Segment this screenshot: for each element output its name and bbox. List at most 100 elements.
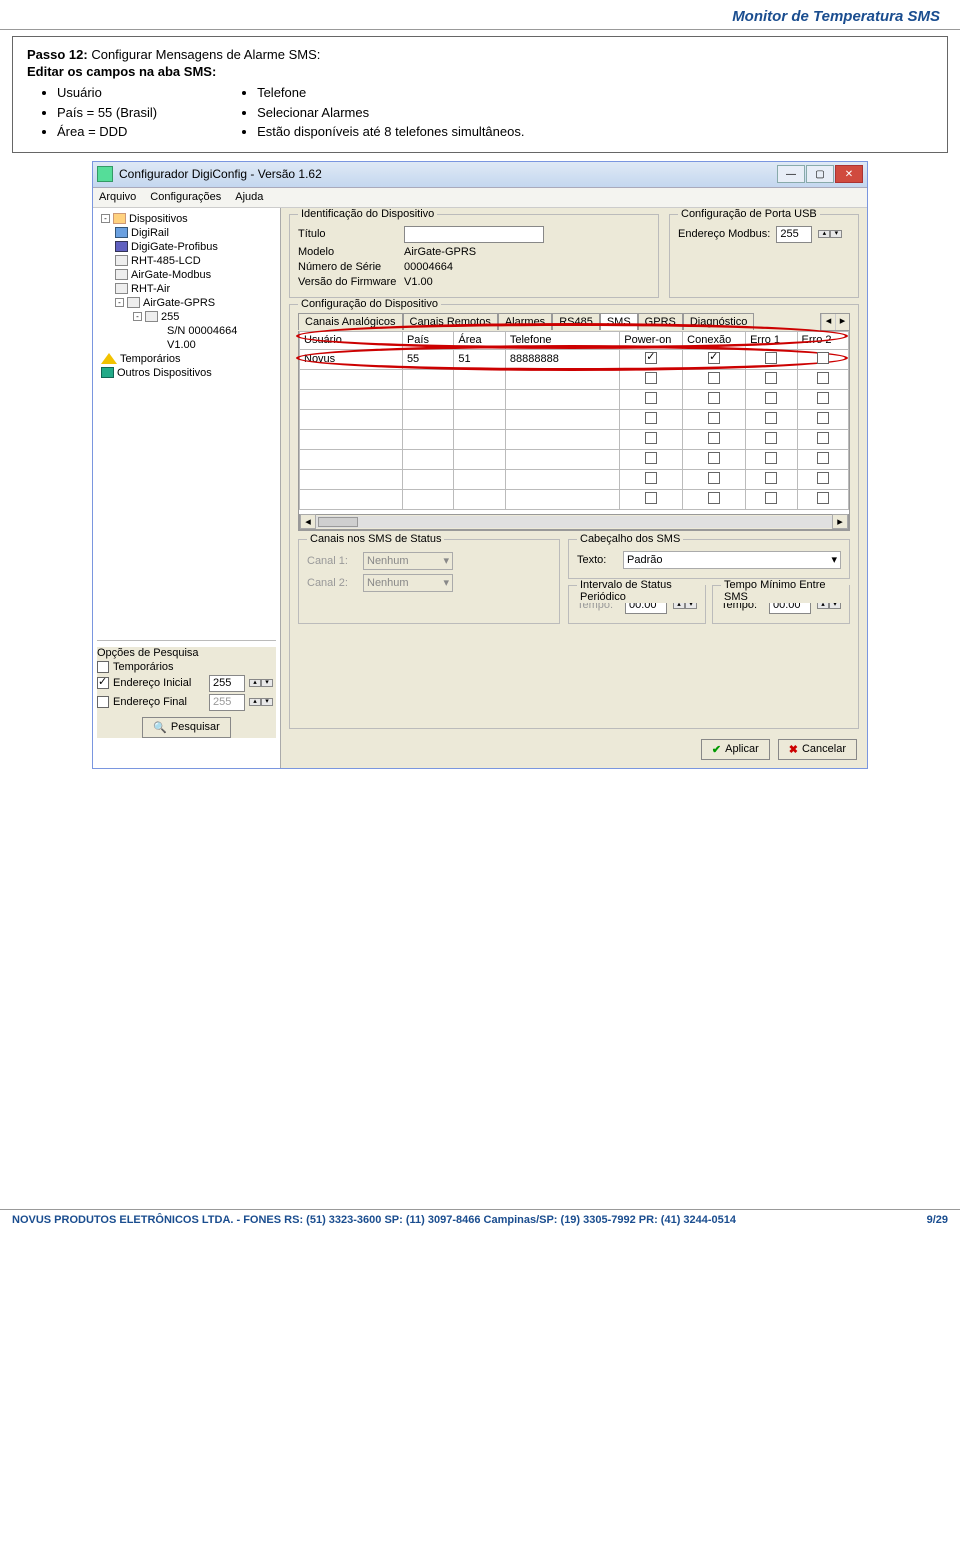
tabs-scroll-left[interactable]: ◂ [821,314,835,330]
cell-telefone[interactable]: 88888888 [505,349,619,369]
tab-rs485[interactable]: RS485 [552,313,600,330]
list-item: Selecionar Alarmes [257,103,524,123]
tab-diagnostico[interactable]: Diagnóstico [683,313,754,330]
tree-item[interactable]: DigiRail [97,226,276,240]
temporarios-checkbox[interactable] [97,661,109,673]
table-row[interactable] [300,449,849,469]
bullet-col-right: Telefone Selecionar Alarmes Estão dispon… [227,83,524,142]
serie-label: Número de Série [298,261,398,273]
tab-canais-remotos[interactable]: Canais Remotos [403,313,498,330]
modelo-label: Modelo [298,246,398,258]
cell-area[interactable]: 51 [454,349,505,369]
chevron-down-icon: ▾ [443,576,449,589]
endereco-final-label: Endereço Final [113,696,205,708]
th-erro1: Erro 1 [746,331,797,349]
temporarios-label: Temporários [113,661,174,673]
table-row[interactable] [300,389,849,409]
texto-label: Texto: [577,554,617,566]
modbus-label: Endereço Modbus: [678,228,770,240]
erro1-checkbox[interactable] [765,352,777,364]
tab-alarmes[interactable]: Alarmes [498,313,552,330]
tab-gprs[interactable]: GPRS [638,313,683,330]
table-row[interactable] [300,429,849,449]
spin-down-icon[interactable]: ▾ [830,230,842,238]
instruction-box: Passo 12: Configurar Mensagens de Alarme… [12,36,948,153]
endereco-inicial-input[interactable] [209,675,245,692]
canais-status-group: Canais nos SMS de Status Canal 1:Nenhum▾… [298,539,560,624]
tree-leaf[interactable]: S/N 00004664 [97,324,276,338]
endereco-final-input[interactable] [209,694,245,711]
app-icon [97,166,113,182]
menu-arquivo[interactable]: Arquivo [99,191,136,203]
menu-configuracoes[interactable]: Configurações [150,191,221,203]
tree-item[interactable]: AirGate-Modbus [97,268,276,282]
titulo-input[interactable] [404,226,544,243]
cancelar-button[interactable]: ✖Cancelar [778,739,857,760]
table-row[interactable]: Novus 55 51 88888888 [300,349,849,369]
tree-item[interactable]: DigiGate-Profibus [97,240,276,254]
endereco-inicial-checkbox[interactable] [97,677,109,689]
erro2-checkbox[interactable] [817,352,829,364]
modelo-value: AirGate-GPRS [404,246,476,258]
poweron-checkbox[interactable] [645,352,657,364]
titlebar: Configurador DigiConfig - Versão 1.62 — … [93,162,867,188]
th-usuario: Usuário [300,331,403,349]
canal2-select[interactable]: Nenhum▾ [363,574,453,592]
doc-title: Monitor de Temperatura SMS [0,0,960,30]
page-number: 9/29 [927,1214,948,1226]
tabs-scroll-right[interactable]: ▸ [835,314,849,330]
table-hscroll[interactable]: ◂▸ [299,514,849,530]
tree-node-255[interactable]: -255 [97,310,276,324]
spin-up-icon[interactable]: ▴ [818,230,830,238]
tabs-row: Canais Analógicos Canais Remotos Alarmes… [298,313,850,331]
menu-ajuda[interactable]: Ajuda [235,191,263,203]
list-item: Usuário [57,83,157,103]
table-row[interactable] [300,469,849,489]
close-button[interactable]: ✕ [835,165,863,183]
titulo-label: Título [298,228,398,240]
list-item: Estão disponíveis até 8 telefones simult… [257,122,524,142]
sms-table: Usuário País Área Telefone Power-on Cone… [299,331,849,510]
tab-sms[interactable]: SMS [600,313,638,330]
right-panel: Identificação do Dispositivo Título Mode… [281,208,867,768]
table-row[interactable] [300,409,849,429]
tree-temporarios[interactable]: Temporários [97,352,276,366]
step-text: Configurar Mensagens de Alarme SMS: [91,47,320,62]
pesquisar-button[interactable]: Pesquisar [142,717,231,738]
maximize-button[interactable]: ▢ [806,165,834,183]
tree-root[interactable]: -Dispositivos [97,212,276,226]
tab-canais-analogicos[interactable]: Canais Analógicos [298,313,403,330]
conexao-checkbox[interactable] [708,352,720,364]
texto-select[interactable]: Padrão▾ [623,551,841,569]
endereco-final-checkbox[interactable] [97,696,109,708]
tree-outros[interactable]: Outros Dispositivos [97,366,276,380]
firmware-value: V1.00 [404,276,433,288]
cell-pais[interactable]: 55 [402,349,453,369]
aplicar-button[interactable]: ✔Aplicar [701,739,770,760]
usb-group: Configuração de Porta USB Endereço Modbu… [669,214,859,298]
list-item: País = 55 (Brasil) [57,103,157,123]
serie-value: 00004664 [404,261,453,273]
identificacao-group: Identificação do Dispositivo Título Mode… [289,214,659,298]
device-tree-panel: -Dispositivos DigiRail DigiGate-Profibus… [93,208,281,768]
th-pais: País [402,331,453,349]
step-line: Passo 12: Configurar Mensagens de Alarme… [27,47,933,62]
table-row[interactable] [300,489,849,509]
tree-item[interactable]: RHT-485-LCD [97,254,276,268]
canal1-select[interactable]: Nenhum▾ [363,552,453,570]
table-row[interactable] [300,369,849,389]
th-erro2: Erro 2 [797,331,848,349]
menubar: Arquivo Configurações Ajuda [93,188,867,208]
bullet-col-left: Usuário País = 55 (Brasil) Área = DDD [27,83,157,142]
app-window: Configurador DigiConfig - Versão 1.62 — … [92,161,868,769]
minimize-button[interactable]: — [777,165,805,183]
step-prefix: Passo 12: [27,47,88,62]
firmware-label: Versão do Firmware [298,276,398,288]
tree-item[interactable]: -AirGate-GPRS [97,296,276,310]
config-dispositivo-group: Configuração do Dispositivo Canais Analó… [289,304,859,729]
tree-leaf[interactable]: V1.00 [97,338,276,352]
cell-usuario[interactable]: Novus [300,349,403,369]
tree-item[interactable]: RHT-Air [97,282,276,296]
step-subtitle: Editar os campos na aba SMS: [27,64,933,79]
modbus-input[interactable] [776,226,812,243]
